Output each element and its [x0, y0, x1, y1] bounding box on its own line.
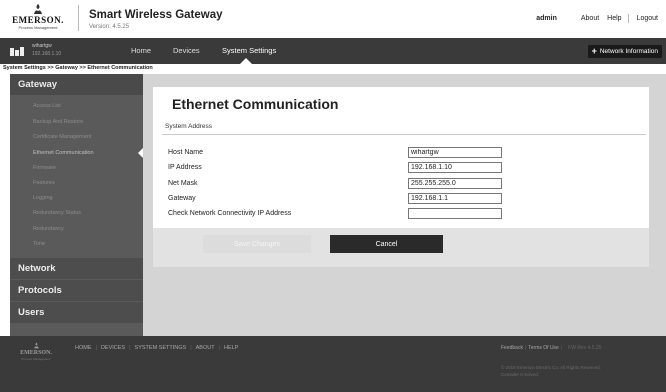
- host-name-label: Host Name: [168, 149, 204, 156]
- footer-logo-subtitle: Process Management: [21, 357, 51, 361]
- tab-system-settings[interactable]: System Settings: [222, 46, 276, 55]
- footer-separator: |: [218, 345, 221, 351]
- page-title: Ethernet Communication: [172, 96, 339, 112]
- check-connectivity-ip-input[interactable]: [408, 208, 502, 219]
- main-navbar: wihartgw 192.168.1.10 Home Devices Syste…: [0, 38, 666, 64]
- help-link[interactable]: Help: [607, 15, 621, 22]
- tagline-text: Consider It Solved.: [501, 372, 540, 377]
- sidebar-item-logging[interactable]: Logging: [33, 195, 53, 201]
- footer-separator: |: [190, 345, 192, 351]
- sidebar-section-network[interactable]: Network: [10, 258, 143, 279]
- plus-icon: +: [591, 46, 597, 56]
- terms-of-use-link[interactable]: Terms Of Use: [528, 345, 559, 351]
- network-information-label: Network Information: [599, 48, 658, 55]
- link-separator: [627, 14, 629, 23]
- sidebar-section-users[interactable]: Users: [10, 302, 143, 323]
- sidebar-item-backup-restore[interactable]: Backup And Restore: [33, 119, 83, 125]
- sidebar-item-redundancy[interactable]: Redundancy: [33, 226, 64, 232]
- footer-copyright: © 2015 Emerson Electric Co. All Rights R…: [501, 364, 631, 378]
- footer-separator: |: [560, 345, 563, 351]
- section-title: System Address: [165, 123, 212, 130]
- emerson-logo-icon: [33, 342, 39, 349]
- emerson-logo-icon: [34, 4, 42, 14]
- device-name: wihartgw: [32, 43, 52, 49]
- gateway-device-badge[interactable]: wihartgw 192.168.1.10: [6, 41, 124, 61]
- tab-devices[interactable]: Devices: [173, 46, 200, 55]
- sidebar-item-firmware[interactable]: Firmware: [33, 165, 56, 171]
- footer-logo-wordmark: EMERSON.: [20, 350, 52, 356]
- footer-link-help[interactable]: HELP: [224, 345, 238, 351]
- sidebar: Gateway Access List Backup And Restore C…: [10, 74, 143, 336]
- sidebar-item-time[interactable]: Time: [33, 241, 45, 247]
- feedback-link[interactable]: Feedback: [501, 345, 523, 351]
- footer-separator: |: [129, 345, 131, 351]
- cancel-button[interactable]: Cancel: [330, 235, 443, 253]
- save-changes-button[interactable]: Save Changes: [203, 235, 311, 253]
- app-title: Smart Wireless Gateway: [89, 9, 223, 21]
- logo-subtitle: Process Management: [18, 25, 58, 30]
- app-header: EMERSON. Process Management Smart Wirele…: [0, 0, 666, 38]
- check-connectivity-ip-label: Check Network Connectivity IP Address: [168, 210, 292, 217]
- sidebar-section-protocols[interactable]: Protocols: [10, 280, 143, 301]
- gateway-device-icon: [10, 47, 24, 56]
- net-mask-label: Net Mask: [168, 180, 198, 187]
- copyright-text: © 2015 Emerson Electric Co. All Rights R…: [501, 365, 601, 370]
- header-divider: [78, 5, 79, 31]
- footer-logo[interactable]: EMERSON. Process Management: [16, 342, 56, 364]
- tab-home[interactable]: Home: [131, 46, 151, 55]
- user-links: admin About Help Logout: [536, 14, 658, 23]
- breadcrumb: System Settings >> Gateway >> Ethernet C…: [0, 64, 666, 73]
- logo-wordmark: EMERSON.: [12, 15, 64, 25]
- firmware-version: FW Rev 4.5.25: [568, 345, 602, 351]
- emerson-logo[interactable]: EMERSON. Process Management: [6, 3, 70, 37]
- ip-address-input[interactable]: [408, 162, 502, 173]
- footer-meta: Feedback | Terms Of Use | FW Rev 4.5.25: [501, 345, 602, 351]
- gateway-label: Gateway: [168, 195, 196, 202]
- ip-address-label: IP Address: [168, 164, 202, 171]
- sidebar-item-ethernet-communication[interactable]: Ethernet Communication: [33, 150, 94, 156]
- about-link[interactable]: About: [581, 15, 599, 22]
- net-mask-input[interactable]: [408, 178, 502, 189]
- logout-link[interactable]: Logout: [637, 15, 658, 22]
- device-ip: 192.168.1.10: [32, 51, 62, 57]
- app-version: Version: 4.5.25: [89, 24, 130, 30]
- footer-separator: |: [95, 345, 97, 351]
- host-name-input[interactable]: [408, 147, 502, 158]
- footer-separator: |: [524, 345, 527, 351]
- network-information-button[interactable]: + Network Information: [587, 45, 662, 58]
- footer-link-devices[interactable]: DEVICES: [101, 345, 125, 351]
- footer-link-about[interactable]: ABOUT: [196, 345, 215, 351]
- section-divider: [162, 134, 646, 135]
- footer-link-home[interactable]: HOME: [75, 345, 92, 351]
- sidebar-item-features[interactable]: Features: [33, 180, 55, 186]
- sidebar-section-gateway[interactable]: Gateway: [10, 74, 143, 95]
- current-user: admin: [536, 15, 557, 22]
- footer-nav: HOME | DEVICES | SYSTEM SETTINGS | ABOUT | H…: [75, 345, 238, 351]
- sidebar-item-certificate-management[interactable]: Certificate Management: [33, 134, 91, 140]
- gateway-input[interactable]: [408, 193, 502, 204]
- sidebar-item-access-list[interactable]: Access List: [33, 103, 61, 109]
- sidebar-item-redundancy-status[interactable]: Redundancy Status: [33, 210, 81, 216]
- footer-link-system-settings[interactable]: SYSTEM SETTINGS: [135, 345, 187, 351]
